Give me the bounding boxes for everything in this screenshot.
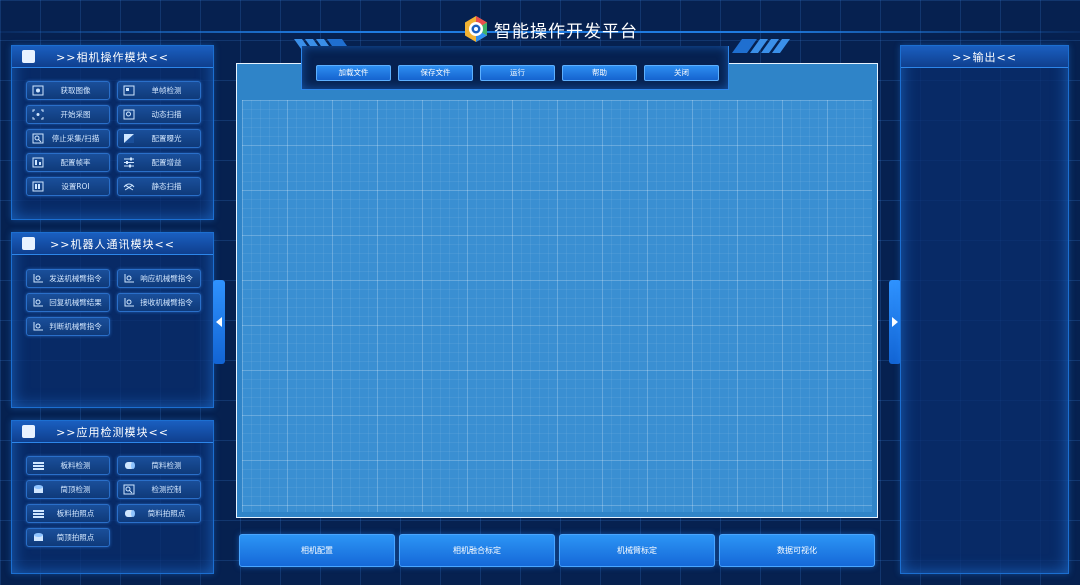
set-roi-button[interactable]: 设置ROI bbox=[26, 177, 110, 196]
reply-robot-result-button[interactable]: 回复机械臂结果 bbox=[26, 293, 110, 312]
config-framerate-button[interactable]: 配置帧率 bbox=[26, 153, 110, 172]
help-button[interactable]: 帮助 bbox=[562, 65, 637, 81]
config-exposure-button[interactable]: 配置曝光 bbox=[117, 129, 201, 148]
workspace-frame bbox=[236, 63, 878, 518]
gain-sliders-icon bbox=[122, 157, 136, 169]
board-material-icon bbox=[31, 508, 45, 520]
workspace-canvas[interactable] bbox=[242, 100, 872, 512]
chevron-right-icon bbox=[892, 317, 898, 327]
robot-command-icon bbox=[31, 321, 45, 333]
stop-capture-button[interactable]: 停止采集/扫描 bbox=[26, 129, 110, 148]
output-panel-header: >>输出<< bbox=[901, 46, 1068, 68]
output-panel: >>输出<< bbox=[900, 45, 1069, 574]
send-robot-command-button[interactable]: 发送机械臂指令 bbox=[26, 269, 110, 288]
receive-robot-command-button[interactable]: 接收机械臂指令 bbox=[117, 293, 201, 312]
header-stripes-right bbox=[732, 39, 790, 53]
robot-arm-calibration-button[interactable]: 机械臂标定 bbox=[559, 534, 715, 567]
robot-command-icon bbox=[122, 297, 136, 309]
single-frame-icon bbox=[122, 85, 136, 97]
respond-robot-command-button[interactable]: 响应机械臂指令 bbox=[117, 269, 201, 288]
detect-panel-title: >>应用检测模块<< bbox=[56, 426, 169, 439]
camera-button-grid: 获取图像 单帧检测 开始采图 动态扫描 停止采集/扫描 配置曝光 配置帧率 配置… bbox=[26, 81, 201, 196]
cylinder-material-icon bbox=[122, 508, 136, 520]
robot-panel: >>机器人通讯模块<< 发送机械臂指令 响应机械臂指令 回复机械臂结果 接收机械… bbox=[11, 232, 214, 408]
app-title: 智能操作开发平台 bbox=[494, 21, 638, 42]
cylinder-photo-point-button[interactable]: 筒料拍照点 bbox=[117, 504, 201, 523]
start-capture-button[interactable]: 开始采图 bbox=[26, 105, 110, 124]
robot-command-icon bbox=[31, 273, 45, 285]
robot-panel-title: >>机器人通讯模块<< bbox=[50, 238, 175, 251]
cylinder-material-icon bbox=[122, 460, 136, 472]
save-file-button[interactable]: 保存文件 bbox=[398, 65, 473, 81]
exposure-icon bbox=[122, 133, 136, 145]
camera-config-button[interactable]: 相机配置 bbox=[239, 534, 395, 567]
bottom-bar: 相机配置 相机融合标定 机械臂标定 数据可视化 bbox=[239, 534, 875, 567]
load-file-button[interactable]: 加载文件 bbox=[316, 65, 391, 81]
judge-robot-command-button[interactable]: 判断机械臂指令 bbox=[26, 317, 110, 336]
board-material-icon bbox=[31, 460, 45, 472]
detect-button-grid: 板料检测 筒料检测 筒顶检测 检测控制 板料拍照点 筒料拍照点 筒顶拍照点 bbox=[26, 456, 201, 547]
camera-fusion-calibration-button[interactable]: 相机融合标定 bbox=[399, 534, 555, 567]
camera-panel-title: >>相机操作模块<< bbox=[56, 51, 169, 64]
get-image-button[interactable]: 获取图像 bbox=[26, 81, 110, 100]
static-scan-icon bbox=[122, 181, 136, 193]
data-visualization-button[interactable]: 数据可视化 bbox=[719, 534, 875, 567]
cylinder-top-icon bbox=[31, 484, 45, 496]
framerate-icon bbox=[31, 157, 45, 169]
config-gain-button[interactable]: 配置增益 bbox=[117, 153, 201, 172]
stop-scan-icon bbox=[31, 133, 45, 145]
robot-panel-header: >>机器人通讯模块<< bbox=[12, 233, 213, 255]
app-header: 智能操作开发平台 bbox=[462, 14, 638, 44]
cylinder-top-icon bbox=[31, 532, 45, 544]
toolbar: 加载文件 保存文件 运行 帮助 关闭 bbox=[316, 65, 719, 81]
detect-control-icon bbox=[122, 484, 136, 496]
cylinder-top-photo-point-button[interactable]: 筒顶拍照点 bbox=[26, 528, 110, 547]
robot-command-icon bbox=[31, 297, 45, 309]
focus-start-icon bbox=[31, 109, 45, 121]
roi-icon bbox=[31, 181, 45, 193]
close-button[interactable]: 关闭 bbox=[644, 65, 719, 81]
detect-panel-header: >>应用检测模块<< bbox=[12, 421, 213, 443]
detect-panel: >>应用检测模块<< 板料检测 筒料检测 筒顶检测 检测控制 板料拍照点 筒料拍… bbox=[11, 420, 214, 574]
dynamic-scan-button[interactable]: 动态扫描 bbox=[117, 105, 201, 124]
camera-panel-header: >>相机操作模块<< bbox=[12, 46, 213, 68]
camera-capture-icon bbox=[31, 85, 45, 97]
detect-control-button[interactable]: 检测控制 bbox=[117, 480, 201, 499]
dynamic-scan-icon bbox=[122, 109, 136, 121]
cylinder-detect-button[interactable]: 筒料检测 bbox=[117, 456, 201, 475]
static-scan-button[interactable]: 静态扫描 bbox=[117, 177, 201, 196]
cylinder-top-detect-button[interactable]: 筒顶检测 bbox=[26, 480, 110, 499]
robot-button-grid: 发送机械臂指令 响应机械臂指令 回复机械臂结果 接收机械臂指令 判断机械臂指令 bbox=[26, 269, 201, 336]
chevron-left-icon bbox=[216, 317, 222, 327]
camera-panel: >>相机操作模块<< 获取图像 单帧检测 开始采图 动态扫描 停止采集/扫描 配… bbox=[11, 45, 214, 220]
collapse-left-tab[interactable] bbox=[213, 280, 225, 364]
robot-command-icon bbox=[122, 273, 136, 285]
board-photo-point-button[interactable]: 板料拍照点 bbox=[26, 504, 110, 523]
board-detect-button[interactable]: 板料检测 bbox=[26, 456, 110, 475]
run-button[interactable]: 运行 bbox=[480, 65, 555, 81]
app-logo-icon bbox=[465, 16, 487, 42]
single-frame-detect-button[interactable]: 单帧检测 bbox=[117, 81, 201, 100]
output-panel-title: >>输出<< bbox=[952, 51, 1017, 64]
